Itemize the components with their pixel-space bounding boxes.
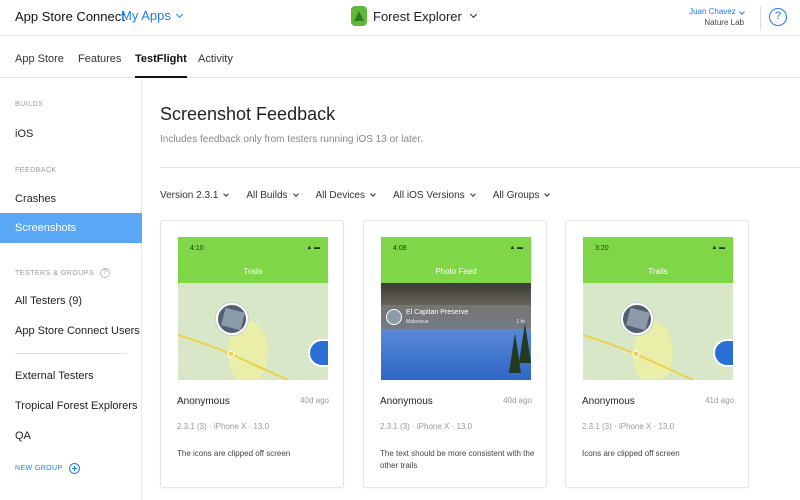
page-title: Screenshot Feedback (160, 104, 336, 124)
app-header: 3:20 ▲ ▬ Trails (583, 237, 733, 283)
feedback-comment: Icons are clipped off screen (582, 449, 680, 458)
status-time: 4:08 (393, 245, 407, 252)
photo-pin (308, 339, 328, 367)
build-meta: 2.3.1 (3) · iPhone X · 13.0 (177, 422, 270, 431)
app-icon (351, 6, 367, 26)
trail-path (583, 321, 694, 380)
build-meta: 2.3.1 (3) · iPhone X · 13.0 (380, 422, 473, 431)
feedback-age: 40d ago (300, 396, 329, 405)
photo-place: El Capitan Preserve (406, 309, 469, 316)
status-time: 3:20 (595, 245, 609, 252)
app-name: Forest Explorer (373, 8, 462, 24)
filter-ios-versions[interactable]: All iOS Versions (393, 190, 476, 201)
page-subtitle: Includes feedback only from testers runn… (160, 134, 423, 145)
sidebar-item-screenshots[interactable]: Screenshots (0, 213, 142, 243)
photo-caption-bar: El Capitan Preserve Malonicus 1 hr (381, 305, 531, 329)
feedback-comment: The text should be more consistent with … (380, 449, 535, 470)
chevron-down-icon (175, 10, 183, 18)
sidebar-item-ios[interactable]: iOS (0, 119, 142, 149)
sidebar-item-external-testers[interactable]: External Testers (0, 361, 142, 391)
trail-path (178, 321, 289, 380)
chevron-down-icon (544, 191, 551, 197)
screenshot-thumbnail[interactable]: 4:08 ▲ ▬ Photo Feed El Capitan Preserve … (381, 237, 531, 380)
divider (160, 167, 800, 168)
new-group-button[interactable]: NEW GROUP (15, 463, 80, 474)
sidebar-divider (15, 353, 127, 354)
tester-name: Anonymous (177, 396, 230, 407)
status-icons: ▲ ▬ (509, 245, 523, 251)
photo-user: Malonicus (406, 319, 429, 325)
app-store-connect-logo[interactable]: App Store Connect (15, 9, 125, 24)
builds-header: BUILDS (15, 101, 44, 108)
feedback-card[interactable]: 4:08 ▲ ▬ Photo Feed El Capitan Preserve … (363, 220, 547, 488)
help-icon[interactable]: ? (100, 268, 111, 278)
status-icons: ▲ ▬ (711, 245, 725, 251)
chevron-down-icon (223, 191, 230, 197)
app-header: 4:08 ▲ ▬ Photo Feed (381, 237, 531, 283)
tab-activity[interactable]: Activity (198, 53, 233, 65)
filter-groups[interactable]: All Groups (493, 190, 551, 201)
chevron-down-icon (292, 191, 299, 197)
sidebar-item-asc-users[interactable]: App Store Connect Users (0, 316, 142, 346)
section-tabs: App Store Features TestFlight Activity (0, 36, 800, 78)
sidebar-item-tropical-forest-explorers[interactable]: Tropical Forest Explorers (0, 391, 142, 421)
photo-pin (621, 303, 653, 335)
user-org: Nature Lab (704, 18, 744, 27)
sidebar-item-crashes[interactable]: Crashes (0, 184, 142, 214)
tester-name: Anonymous (380, 396, 433, 407)
user-menu[interactable]: Juan Chavez Nature Lab (689, 6, 745, 28)
chevron-down-icon (469, 191, 476, 197)
filter-builds[interactable]: All Builds (246, 190, 299, 201)
status-time: 4:10 (190, 245, 204, 252)
tester-name: Anonymous (582, 396, 635, 407)
filter-bar: Version 2.3.1 All Builds All Devices All… (160, 190, 551, 201)
tree-shape (519, 323, 531, 363)
my-apps-menu[interactable]: My Apps (121, 8, 183, 23)
chevron-down-icon (469, 10, 477, 19)
screenshot-thumbnail[interactable]: 4:10 ▲ ▬ Trails (178, 237, 328, 380)
new-group-label: NEW GROUP (15, 465, 63, 472)
sidebar: BUILDS iOS FEEDBACK Crashes Screenshots … (0, 79, 142, 500)
my-apps-label: My Apps (121, 8, 171, 23)
app-switcher[interactable]: Forest Explorer (351, 6, 477, 26)
plus-icon (68, 463, 80, 474)
tab-features[interactable]: Features (78, 53, 121, 65)
screen-title: Photo Feed (435, 267, 477, 276)
app-header: 4:10 ▲ ▬ Trails (178, 237, 328, 283)
feedback-card[interactable]: 3:20 ▲ ▬ Trails Anonymous 41d ago 2.3.1 … (565, 220, 749, 488)
screenshot-thumbnail[interactable]: 3:20 ▲ ▬ Trails (583, 237, 733, 380)
sidebar-item-all-testers[interactable]: All Testers (9) (0, 286, 142, 316)
screen-title: Trails (648, 267, 668, 276)
feedback-age: 41d ago (705, 396, 734, 405)
feed-photo: El Capitan Preserve Malonicus 1 hr (381, 283, 531, 380)
sidebar-item-qa[interactable]: QA (0, 421, 142, 451)
divider (760, 6, 761, 30)
photo-pin (216, 303, 248, 335)
avatar (386, 309, 402, 325)
tab-testflight[interactable]: TestFlight (135, 53, 187, 78)
top-bar: App Store Connect My Apps Forest Explore… (0, 0, 800, 36)
feedback-card[interactable]: 4:10 ▲ ▬ Trails Anonymous 40d ago 2.3.1 … (160, 220, 344, 488)
chevron-down-icon (370, 191, 376, 197)
screen-title: Trails (243, 267, 263, 276)
build-meta: 2.3.1 (3) · iPhone X · 13.0 (582, 422, 675, 431)
card-info: Anonymous 41d ago 2.3.1 (3) · iPhone X ·… (566, 381, 748, 487)
testers-groups-header: TESTERS & GROUPS? (15, 268, 111, 278)
tab-app-store[interactable]: App Store (15, 53, 64, 65)
filter-version[interactable]: Version 2.3.1 (160, 190, 230, 201)
feedback-header: FEEDBACK (15, 167, 57, 174)
help-icon[interactable]: ? (769, 8, 787, 26)
card-info: Anonymous 40d ago 2.3.1 (3) · iPhone X ·… (364, 381, 546, 487)
photo-pin (713, 339, 733, 367)
card-info: Anonymous 40d ago 2.3.1 (3) · iPhone X ·… (161, 381, 343, 487)
feedback-comment: The icons are clipped off screen (177, 449, 291, 458)
status-icons: ▲ ▬ (306, 245, 320, 251)
feedback-age: 40d ago (503, 396, 532, 405)
user-name: Juan Chavez (689, 6, 745, 17)
main-content: Screenshot Feedback Includes feedback on… (143, 79, 800, 500)
filter-devices[interactable]: All Devices (316, 190, 376, 201)
